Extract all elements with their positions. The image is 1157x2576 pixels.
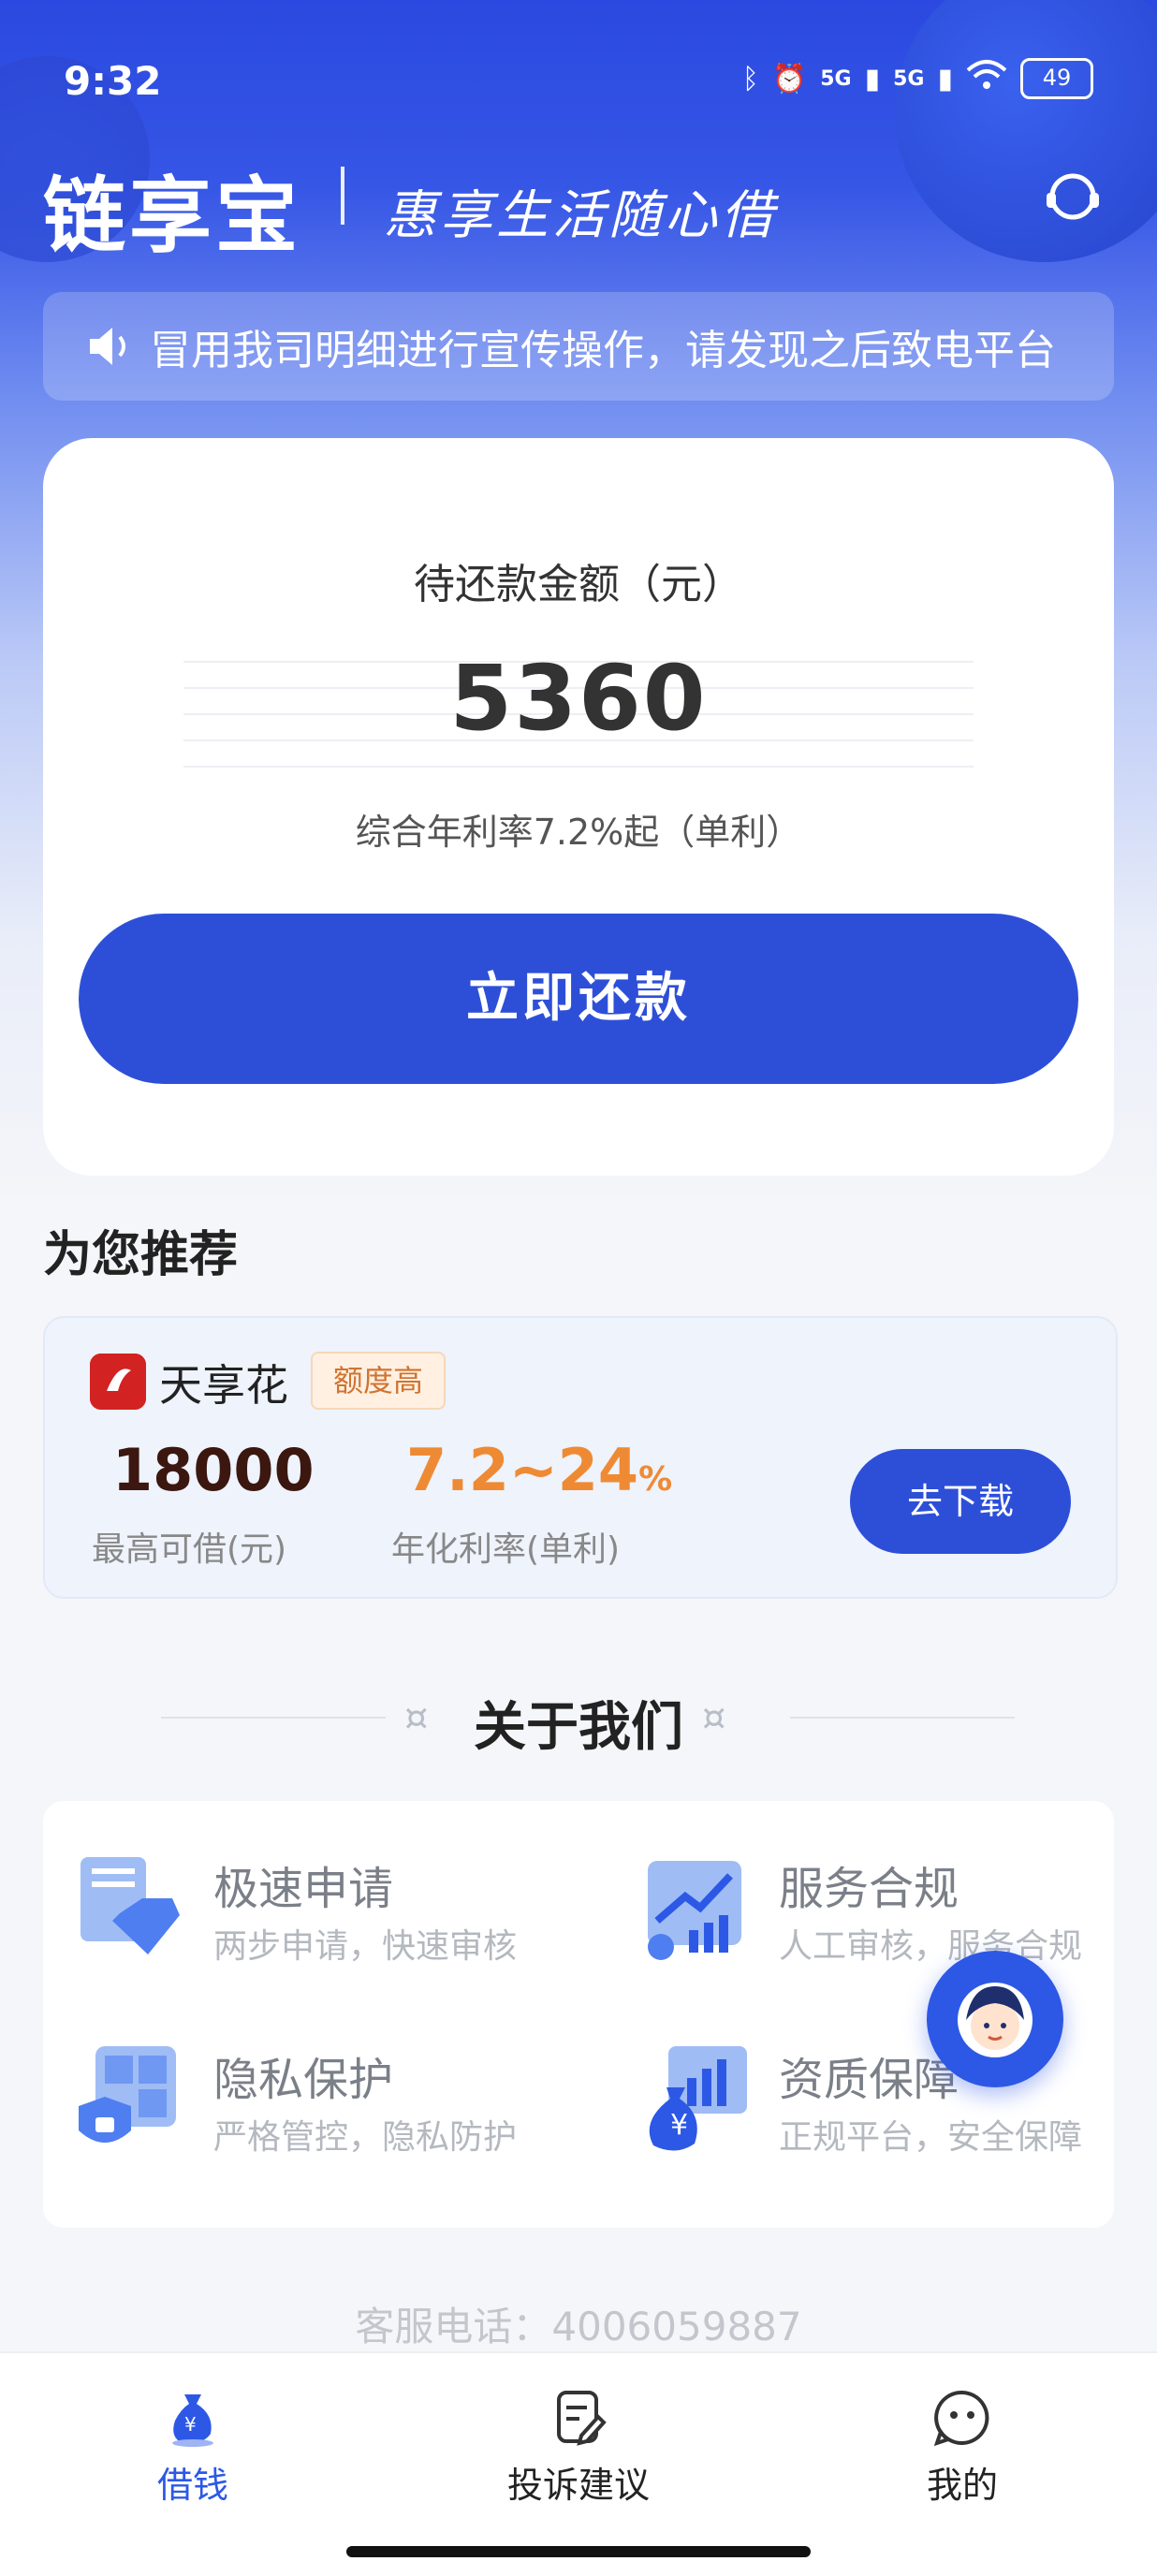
smile-face-icon — [933, 2390, 989, 2447]
decorative-star-icon: ¤ — [702, 1696, 726, 1739]
rate-value: 7.2~24% — [406, 1436, 672, 1504]
feature-title: 隐私保护 — [213, 2054, 394, 2106]
tab-label: 投诉建议 — [506, 2465, 650, 2506]
feature-title: 服务合规 — [779, 1863, 959, 1915]
feature-subtitle: 两步申请，快速审核 — [213, 1927, 518, 1966]
tab-label: 借钱 — [156, 2465, 228, 2506]
rate-label: 年化利率(单利) — [391, 1530, 621, 1569]
feature-title: 极速申请 — [213, 1863, 394, 1915]
signal-icon: ▮ — [864, 62, 881, 95]
feature-item: 极速申请 两步申请，快速审核 — [43, 1838, 549, 1988]
status-time: 9:32 — [64, 58, 162, 104]
bluetooth-icon: ᛒ — [741, 62, 759, 95]
about-title: 关于我们 — [474, 1697, 683, 1758]
money-bag-icon: ¥ — [649, 2046, 747, 2151]
signal-label: 5G — [893, 66, 925, 91]
product-logo-icon — [90, 1354, 146, 1410]
signal-label: 5G — [820, 66, 852, 91]
app-slogan: 惠享生活随心借 — [384, 185, 777, 246]
status-icons: ᛒ ⏰ 5G ▮ 5G ▮ 49 — [742, 58, 1093, 99]
logo-divider — [341, 167, 344, 225]
product-name: 天享花 — [159, 1360, 288, 1411]
notice-bar[interactable]: 冒用我司明细进行宣传操作，请发现之后致电平台 — [43, 292, 1114, 401]
download-button[interactable]: 去下载 — [850, 1449, 1071, 1554]
headset-icon[interactable] — [1043, 167, 1103, 227]
wifi-icon — [966, 59, 1007, 98]
repay-amount-label: 待还款金额（元） — [414, 561, 743, 608]
rate-text: 综合年利率7.2%起（单利） — [355, 812, 802, 853]
document-diamond-icon — [81, 1857, 180, 1954]
product-tag: 额度高 — [311, 1352, 447, 1410]
feature-item: 隐私保护 严格管控，隐私防护 — [43, 2029, 549, 2179]
divider-line — [790, 1717, 1015, 1719]
repay-now-button[interactable]: 立即还款 — [79, 914, 1078, 1084]
notice-text: 冒用我司明细进行宣传操作，请发现之后致电平台 — [150, 327, 1056, 374]
recommend-section-title: 为您推荐 — [43, 1227, 239, 1283]
feature-subtitle: 严格管控，隐私防护 — [213, 2118, 518, 2157]
speaker-icon — [90, 328, 125, 365]
status-bar: 9:32 ᛒ ⏰ 5G ▮ 5G ▮ 49 — [0, 0, 1157, 159]
chart-growth-icon — [648, 1861, 741, 1960]
tab-borrow[interactable]: ¥ 借钱 — [81, 2387, 305, 2508]
rate-unit: % — [638, 1460, 673, 1499]
tab-mine[interactable]: 我的 — [850, 2387, 1075, 2508]
bottom-tab-bar: ¥ 借钱 投诉建议 我的 — [0, 2351, 1157, 2576]
signal-icon: ▮ — [937, 62, 953, 95]
svg-text:¥: ¥ — [184, 2413, 197, 2436]
edit-document-icon — [557, 2391, 607, 2446]
floating-customer-service-button[interactable] — [927, 1951, 1063, 2087]
battery-icon: 49 — [1020, 58, 1093, 99]
feature-subtitle: 正规平台，安全保障 — [779, 2118, 1083, 2157]
tab-label: 我的 — [926, 2465, 998, 2506]
svg-text:¥: ¥ — [670, 2109, 688, 2142]
repayment-card: 待还款金额（元） 5360 综合年利率7.2%起（单利） 立即还款 — [43, 438, 1114, 1176]
tab-complaint[interactable]: 投诉建议 — [466, 2387, 691, 2508]
lock-shield-icon — [79, 2046, 176, 2143]
rate-range: 7.2~24 — [406, 1436, 639, 1504]
money-bag-icon: ¥ — [172, 2394, 213, 2447]
app-logo: 链享宝 — [43, 168, 302, 264]
alarm-icon: ⏰ — [771, 62, 808, 95]
recommend-product-card[interactable]: 天享花 额度高 18000 7.2~24% 最高可借(元) 年化利率(单利) 去… — [43, 1316, 1118, 1599]
agent-avatar-icon — [958, 1983, 1033, 2057]
customer-service-phone[interactable]: 客服电话：4006059887 — [0, 2295, 1157, 2352]
repay-amount: 5360 — [449, 646, 708, 751]
max-amount-value: 18000 — [112, 1436, 315, 1504]
max-amount-label: 最高可借(元) — [92, 1530, 287, 1569]
home-indicator[interactable] — [346, 2546, 811, 2557]
